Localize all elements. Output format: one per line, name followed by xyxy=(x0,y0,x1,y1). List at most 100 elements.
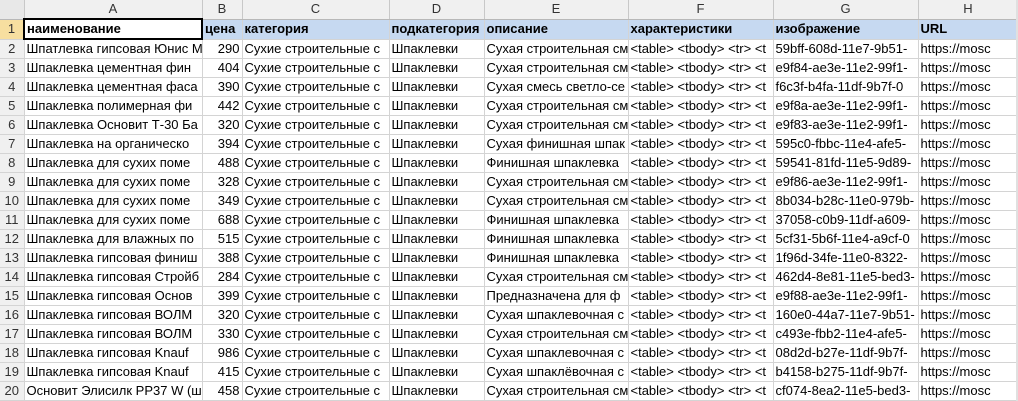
cell-price[interactable]: 330 xyxy=(202,324,243,344)
cell-name[interactable]: Шпаклевка цементная фин xyxy=(24,58,203,78)
cell-category[interactable]: Сухие строительные с xyxy=(242,172,390,192)
cell-characteristics[interactable]: <table> <tbody> <tr> <t xyxy=(628,191,774,211)
cell-image[interactable]: e9f88-ae3e-11e2-99f1- xyxy=(773,286,919,306)
row-number[interactable]: 6 xyxy=(0,115,25,135)
cell-subcategory[interactable]: Шпаклевки xyxy=(389,115,485,135)
cell-image[interactable]: 59bff-608d-11e7-9b51- xyxy=(773,39,919,59)
cell-characteristics[interactable]: <table> <tbody> <tr> <t xyxy=(628,248,774,268)
cell-price[interactable]: 290 xyxy=(202,39,243,59)
cell-url[interactable]: https://mosc xyxy=(918,134,1018,154)
cell-image[interactable]: e9f86-ae3e-11e2-99f1- xyxy=(773,172,919,192)
cell-image[interactable]: b4158-b275-11df-9b7f- xyxy=(773,362,919,382)
cell-characteristics[interactable]: <table> <tbody> <tr> <t xyxy=(628,153,774,173)
cell-category[interactable]: Сухие строительные с xyxy=(242,115,390,135)
cell-url[interactable]: https://mosc xyxy=(918,191,1018,211)
cell-name[interactable]: Шпаклевка гипсовая Стройб xyxy=(24,267,203,287)
column-header-d[interactable]: D xyxy=(389,0,485,20)
row-number[interactable]: 15 xyxy=(0,286,25,306)
cell-name[interactable]: Шпаклевка для сухих поме xyxy=(24,191,203,211)
cell-category[interactable]: Сухие строительные с xyxy=(242,153,390,173)
cell-image[interactable]: 595c0-fbbc-11e4-afe5- xyxy=(773,134,919,154)
cell-category[interactable]: Сухие строительные с xyxy=(242,343,390,363)
cell-description[interactable]: Сухая шпаклевочная с xyxy=(484,343,629,363)
cell-image[interactable]: 37058-c0b9-11df-a609- xyxy=(773,210,919,230)
cell-subcategory[interactable]: Шпаклевки xyxy=(389,343,485,363)
cell-characteristics[interactable]: <table> <tbody> <tr> <t xyxy=(628,210,774,230)
cell-url[interactable]: https://mosc xyxy=(918,248,1018,268)
cell-name[interactable]: Шпаклевка гипсовая ВОЛМ xyxy=(24,324,203,344)
cell-subcategory[interactable]: Шпаклевки xyxy=(389,267,485,287)
cell-image[interactable]: e9f8a-ae3e-11e2-99f1- xyxy=(773,96,919,116)
cell-description[interactable]: Финишная шпаклевка xyxy=(484,153,629,173)
cell-name[interactable]: Шпаклевка цементная фаса xyxy=(24,77,203,97)
row-number[interactable]: 9 xyxy=(0,172,25,192)
cell-category[interactable]: Сухие строительные с xyxy=(242,324,390,344)
cell-subcategory[interactable]: Шпаклевки xyxy=(389,153,485,173)
cell-description[interactable]: Сухая шпаклёвочная с xyxy=(484,362,629,382)
cell-description[interactable]: Сухая шпаклевочная с xyxy=(484,305,629,325)
cell-url[interactable]: https://mosc xyxy=(918,286,1018,306)
cell-subcategory[interactable]: Шпаклевки xyxy=(389,286,485,306)
cell-characteristics[interactable]: <table> <tbody> <tr> <t xyxy=(628,305,774,325)
cell-price[interactable]: 986 xyxy=(202,343,243,363)
cell-characteristics[interactable]: <table> <tbody> <tr> <t xyxy=(628,172,774,192)
cell-image[interactable]: 5cf31-5b6f-11e4-a9cf-0 xyxy=(773,229,919,249)
cell-characteristics[interactable]: <table> <tbody> <tr> <t xyxy=(628,58,774,78)
cell-category[interactable]: Сухие строительные с xyxy=(242,96,390,116)
cell-url[interactable]: https://mosc xyxy=(918,324,1018,344)
cell-url[interactable]: https://mosc xyxy=(918,343,1018,363)
cell-category[interactable]: Сухие строительные с xyxy=(242,267,390,287)
cell-image[interactable]: f6c3f-b4fa-11df-9b7f-0 xyxy=(773,77,919,97)
cell-name[interactable]: Шпаклевка для влажных по xyxy=(24,229,203,249)
cell-subcategory[interactable]: Шпаклевки xyxy=(389,96,485,116)
cell-category[interactable]: Сухие строительные с xyxy=(242,210,390,230)
cell-subcategory[interactable]: Шпаклевки xyxy=(389,134,485,154)
cell-url[interactable]: https://mosc xyxy=(918,229,1018,249)
cell-image[interactable]: 08d2d-b27e-11df-9b7f- xyxy=(773,343,919,363)
cell-subcategory[interactable]: Шпаклевки xyxy=(389,39,485,59)
cell-price[interactable]: 349 xyxy=(202,191,243,211)
cell-subcategory[interactable]: Шпаклевки xyxy=(389,58,485,78)
cell-characteristics[interactable]: <table> <tbody> <tr> <t xyxy=(628,381,774,401)
row-number[interactable]: 3 xyxy=(0,58,25,78)
cell-description[interactable]: Финишная шпаклевка xyxy=(484,229,629,249)
cell-category[interactable]: Сухие строительные с xyxy=(242,229,390,249)
cell-price[interactable]: 390 xyxy=(202,77,243,97)
cell-description[interactable]: Сухая строительная см xyxy=(484,191,629,211)
column-header-a[interactable]: A xyxy=(24,0,203,20)
cell-url[interactable]: https://mosc xyxy=(918,172,1018,192)
cell-category[interactable]: Сухие строительные с xyxy=(242,77,390,97)
cell-characteristics[interactable]: <table> <tbody> <tr> <t xyxy=(628,77,774,97)
cell-price[interactable]: 458 xyxy=(202,381,243,401)
cell-image[interactable]: cf074-8ea2-11e5-bed3- xyxy=(773,381,919,401)
cell-description[interactable]: Сухая строительная см xyxy=(484,115,629,135)
row-number[interactable]: 7 xyxy=(0,134,25,154)
cell-image[interactable]: e9f84-ae3e-11e2-99f1- xyxy=(773,58,919,78)
cell-price[interactable]: 488 xyxy=(202,153,243,173)
cell-name[interactable]: Шпаклевка для сухих поме xyxy=(24,210,203,230)
cell-category[interactable]: Сухие строительные с xyxy=(242,39,390,59)
cell-characteristics[interactable]: <table> <tbody> <tr> <t xyxy=(628,362,774,382)
cell-subcategory[interactable]: Шпаклевки xyxy=(389,172,485,192)
cell-url[interactable]: https://mosc xyxy=(918,362,1018,382)
cell-price[interactable]: 404 xyxy=(202,58,243,78)
cell-url[interactable]: https://mosc xyxy=(918,58,1018,78)
cell-subcategory[interactable]: Шпаклевки xyxy=(389,77,485,97)
cell-name[interactable]: Шпаклевка для сухих поме xyxy=(24,153,203,173)
cell-description[interactable]: Сухая строительная см xyxy=(484,267,629,287)
cell-subcategory[interactable]: Шпаклевки xyxy=(389,229,485,249)
row-number[interactable]: 18 xyxy=(0,343,25,363)
cell-subcategory[interactable]: Шпаклевки xyxy=(389,381,485,401)
cell-description[interactable]: Сухая строительная см xyxy=(484,96,629,116)
cell-category[interactable]: Сухие строительные с xyxy=(242,248,390,268)
cell-price[interactable]: 388 xyxy=(202,248,243,268)
cell-price[interactable]: 320 xyxy=(202,115,243,135)
cell-characteristics[interactable]: <table> <tbody> <tr> <t xyxy=(628,267,774,287)
row-number[interactable]: 13 xyxy=(0,248,25,268)
cell-description[interactable]: Сухая строительная см xyxy=(484,324,629,344)
column-header-h[interactable]: H xyxy=(918,0,1018,20)
cell-category[interactable]: Сухие строительные с xyxy=(242,362,390,382)
cell-description[interactable]: Сухая строительная см xyxy=(484,172,629,192)
cell-header-price[interactable]: цена xyxy=(202,19,243,40)
cell-characteristics[interactable]: <table> <tbody> <tr> <t xyxy=(628,39,774,59)
